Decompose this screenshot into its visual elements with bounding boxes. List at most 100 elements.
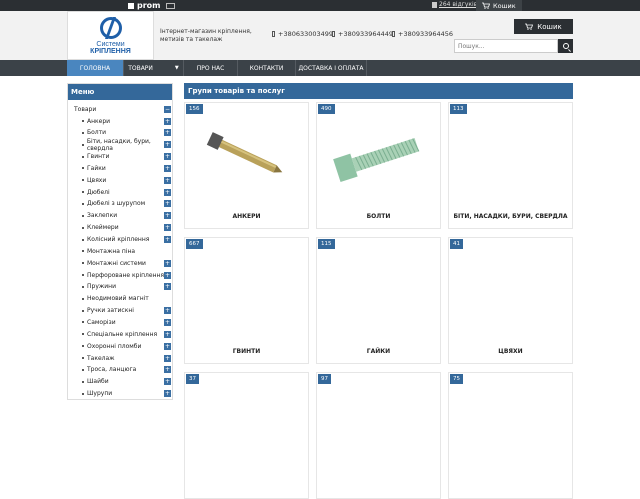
sidebar-item[interactable]: Анкери + bbox=[68, 115, 174, 127]
sidebar-item-label: Цвяхи bbox=[87, 176, 107, 184]
nav-delivery[interactable]: ДОСТАВКА І ОПЛАТА bbox=[296, 60, 367, 76]
product-group-card[interactable]: 97 bbox=[316, 372, 441, 499]
nav-contacts[interactable]: КОНТАКТИ bbox=[238, 60, 296, 76]
phone-3[interactable]: +380933964456 bbox=[392, 30, 453, 38]
site-logo[interactable]: Системи КРІПЛЕННЯ bbox=[67, 11, 154, 60]
nav-about[interactable]: ПРО НАС bbox=[184, 60, 238, 76]
bullet-icon bbox=[82, 262, 84, 265]
product-group-card[interactable]: 41 ЦВЯХИ bbox=[448, 237, 573, 364]
product-group-card[interactable]: 490 БОЛТИ bbox=[316, 102, 441, 229]
sidebar-item-label: Шайби bbox=[87, 378, 109, 386]
product-group-card[interactable]: 156 АНКЕРИ bbox=[184, 102, 309, 229]
expand-icon[interactable]: + bbox=[164, 271, 171, 279]
sidebar-item[interactable]: Цвяхи + bbox=[68, 174, 174, 186]
product-group-name[interactable]: АНКЕРИ bbox=[185, 213, 308, 220]
expand-icon[interactable]: + bbox=[164, 200, 171, 208]
count-badge: 41 bbox=[450, 239, 463, 249]
top-cart-button[interactable]: Кошик bbox=[476, 0, 522, 11]
expand-icon[interactable]: + bbox=[164, 330, 171, 338]
expand-icon[interactable]: + bbox=[164, 342, 171, 350]
expand-icon[interactable]: + bbox=[164, 153, 171, 161]
sidebar-item[interactable]: Монтажна піна bbox=[68, 245, 174, 257]
sidebar-item[interactable]: Клеймери + bbox=[68, 222, 174, 234]
sidebar-item[interactable]: Шайби + bbox=[68, 376, 174, 388]
bullet-icon bbox=[82, 238, 84, 241]
sidebar-item[interactable]: Гвинти + bbox=[68, 151, 174, 163]
product-group-name[interactable]: ЦВЯХИ bbox=[449, 348, 572, 355]
prom-brand-text: prom bbox=[137, 1, 161, 10]
expand-icon[interactable]: + bbox=[164, 188, 171, 196]
expand-icon[interactable]: + bbox=[164, 236, 171, 243]
phone-2[interactable]: +380933964449 bbox=[332, 30, 393, 38]
sidebar-item[interactable]: Троса, ланцюга + bbox=[68, 364, 174, 376]
sidebar-item[interactable]: Дюбелі + bbox=[68, 186, 174, 198]
count-badge: 156 bbox=[186, 104, 203, 114]
bullet-icon bbox=[82, 368, 84, 371]
collapse-icon[interactable]: − bbox=[164, 105, 171, 113]
sidebar-item[interactable]: Пружини + bbox=[68, 281, 174, 293]
sidebar-item[interactable]: Біти, насадки, бури, свердла + bbox=[68, 138, 174, 152]
sidebar-item[interactable]: Спеціальне кріплення + bbox=[68, 328, 174, 340]
product-group-name[interactable]: БОЛТИ bbox=[317, 213, 440, 220]
cart-label: Кошик bbox=[537, 22, 562, 31]
sidebar-item[interactable]: Саморізи + bbox=[68, 316, 174, 328]
expand-icon[interactable]: + bbox=[164, 224, 171, 232]
sidebar-item-label: Неодимовий магніт bbox=[87, 295, 149, 303]
sidebar-item[interactable]: Гайки + bbox=[68, 162, 174, 174]
expand-icon[interactable]: + bbox=[164, 141, 171, 149]
expand-icon[interactable]: + bbox=[164, 366, 171, 374]
expand-icon[interactable]: + bbox=[164, 212, 171, 220]
sidebar-item[interactable]: Такелаж + bbox=[68, 352, 174, 364]
expand-icon[interactable]: + bbox=[164, 378, 171, 386]
expand-icon[interactable]: + bbox=[164, 117, 171, 125]
logo-line1: Системи bbox=[96, 40, 125, 48]
product-group-card[interactable]: 75 bbox=[448, 372, 573, 499]
sidebar-item[interactable]: Монтажні системи + bbox=[68, 257, 174, 269]
product-group-card[interactable]: 667 ГВИНТИ bbox=[184, 237, 309, 364]
nav-products[interactable]: ТОВАРИ ▼ bbox=[124, 60, 184, 76]
prom-logo[interactable]: prom bbox=[128, 1, 175, 10]
count-badge: 37 bbox=[186, 374, 199, 384]
expand-icon[interactable]: + bbox=[164, 129, 171, 137]
product-group-name[interactable]: БІТИ, НАСАДКИ, БУРИ, СВЕРДЛА bbox=[449, 213, 572, 220]
sidebar-item-label: Дюбелі з шурупом bbox=[87, 200, 146, 208]
sidebar-item[interactable]: Дюбелі з шурупом + bbox=[68, 198, 174, 210]
sidebar-root[interactable]: Товари − bbox=[68, 103, 174, 115]
nav-home[interactable]: ГОЛОВНА bbox=[67, 60, 124, 76]
expand-icon[interactable]: + bbox=[164, 283, 171, 291]
expand-icon[interactable]: + bbox=[164, 176, 171, 184]
sidebar-item[interactable]: Перфороване кріплення + bbox=[68, 269, 174, 281]
expand-icon[interactable]: + bbox=[164, 354, 171, 362]
sidebar-item[interactable]: Заклепки + bbox=[68, 210, 174, 222]
expand-icon[interactable]: + bbox=[164, 307, 171, 315]
top-cart-label: Кошик bbox=[493, 1, 516, 10]
cart-button[interactable]: Кошик bbox=[514, 19, 573, 34]
sidebar-menu: Меню Товари − Анкери + Болти + Біти, насадки… bbox=[67, 83, 173, 400]
bullet-icon bbox=[82, 120, 84, 122]
phone-1[interactable]: +380633003499 bbox=[272, 30, 333, 38]
product-group-card[interactable]: 37 bbox=[184, 372, 309, 499]
sidebar-item[interactable]: Охоронні пломби + bbox=[68, 340, 174, 352]
count-badge: 97 bbox=[318, 374, 331, 384]
phone-number: +380633003499 bbox=[278, 30, 334, 38]
search-input[interactable] bbox=[454, 39, 558, 53]
sidebar-item-label: Колісний кріплення bbox=[87, 236, 150, 243]
bullet-icon bbox=[82, 345, 84, 348]
expand-icon[interactable]: + bbox=[164, 164, 171, 172]
search-button[interactable] bbox=[558, 39, 573, 53]
phone-icon bbox=[392, 31, 395, 37]
sidebar-item[interactable]: Колісний кріплення + bbox=[68, 234, 174, 246]
sidebar-item[interactable]: Неодимовий магніт bbox=[68, 293, 174, 305]
reviews-link[interactable]: 264 відгуків bbox=[432, 1, 477, 8]
phone-number: +380933964449 bbox=[338, 30, 394, 38]
product-group-name[interactable]: ГАЙКИ bbox=[317, 348, 440, 355]
sidebar-item[interactable]: Ручки затискні + bbox=[68, 305, 174, 317]
expand-icon[interactable]: + bbox=[164, 390, 171, 398]
product-group-card[interactable]: 115 ГАЙКИ bbox=[316, 237, 441, 364]
product-group-card[interactable]: 113 БІТИ, НАСАДКИ, БУРИ, СВЕРДЛА bbox=[448, 102, 573, 229]
sidebar-item[interactable]: Шурупи + bbox=[68, 388, 174, 400]
sidebar-item-label: Гвинти bbox=[87, 153, 110, 161]
expand-icon[interactable]: + bbox=[164, 318, 171, 326]
product-group-name[interactable]: ГВИНТИ bbox=[185, 348, 308, 355]
expand-icon[interactable]: + bbox=[164, 259, 171, 267]
